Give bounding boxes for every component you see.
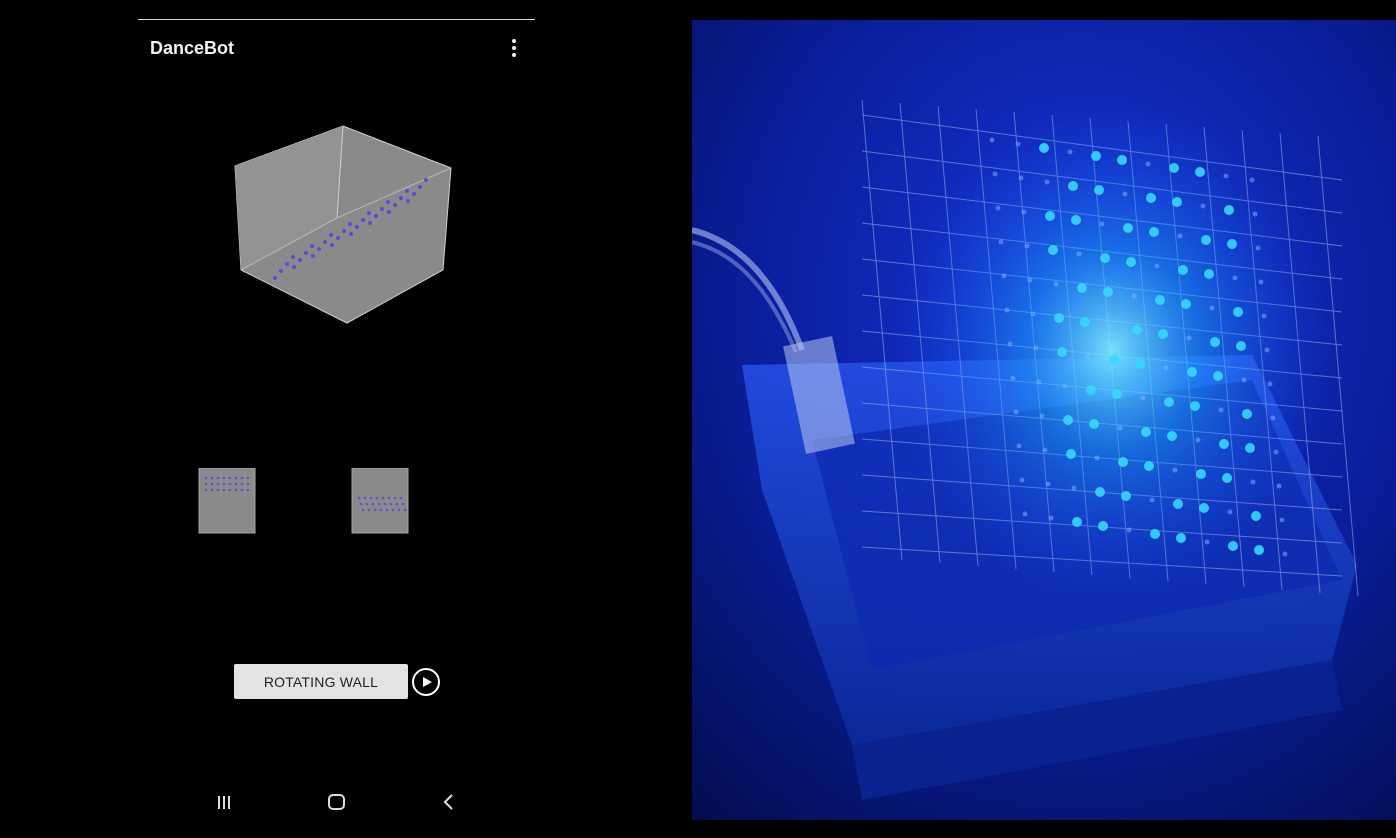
- system-nav-bar: [138, 780, 535, 824]
- status-bar-divider: [138, 19, 535, 20]
- recents-icon[interactable]: [210, 790, 240, 814]
- app-title: DanceBot: [150, 38, 235, 58]
- front-view-preview[interactable]: [198, 468, 256, 534]
- cube-3d-preview[interactable]: [233, 122, 453, 327]
- more-vert-icon[interactable]: [504, 36, 524, 60]
- home-icon[interactable]: [322, 790, 352, 814]
- play-circle-icon[interactable]: [412, 668, 440, 696]
- phone-screen: DanceBot ROTATING WALL: [138, 0, 535, 838]
- side-view-preview[interactable]: [351, 468, 409, 534]
- back-icon[interactable]: [434, 790, 464, 814]
- led-cube-photo: [692, 20, 1396, 820]
- pattern-button[interactable]: ROTATING WALL: [234, 664, 408, 699]
